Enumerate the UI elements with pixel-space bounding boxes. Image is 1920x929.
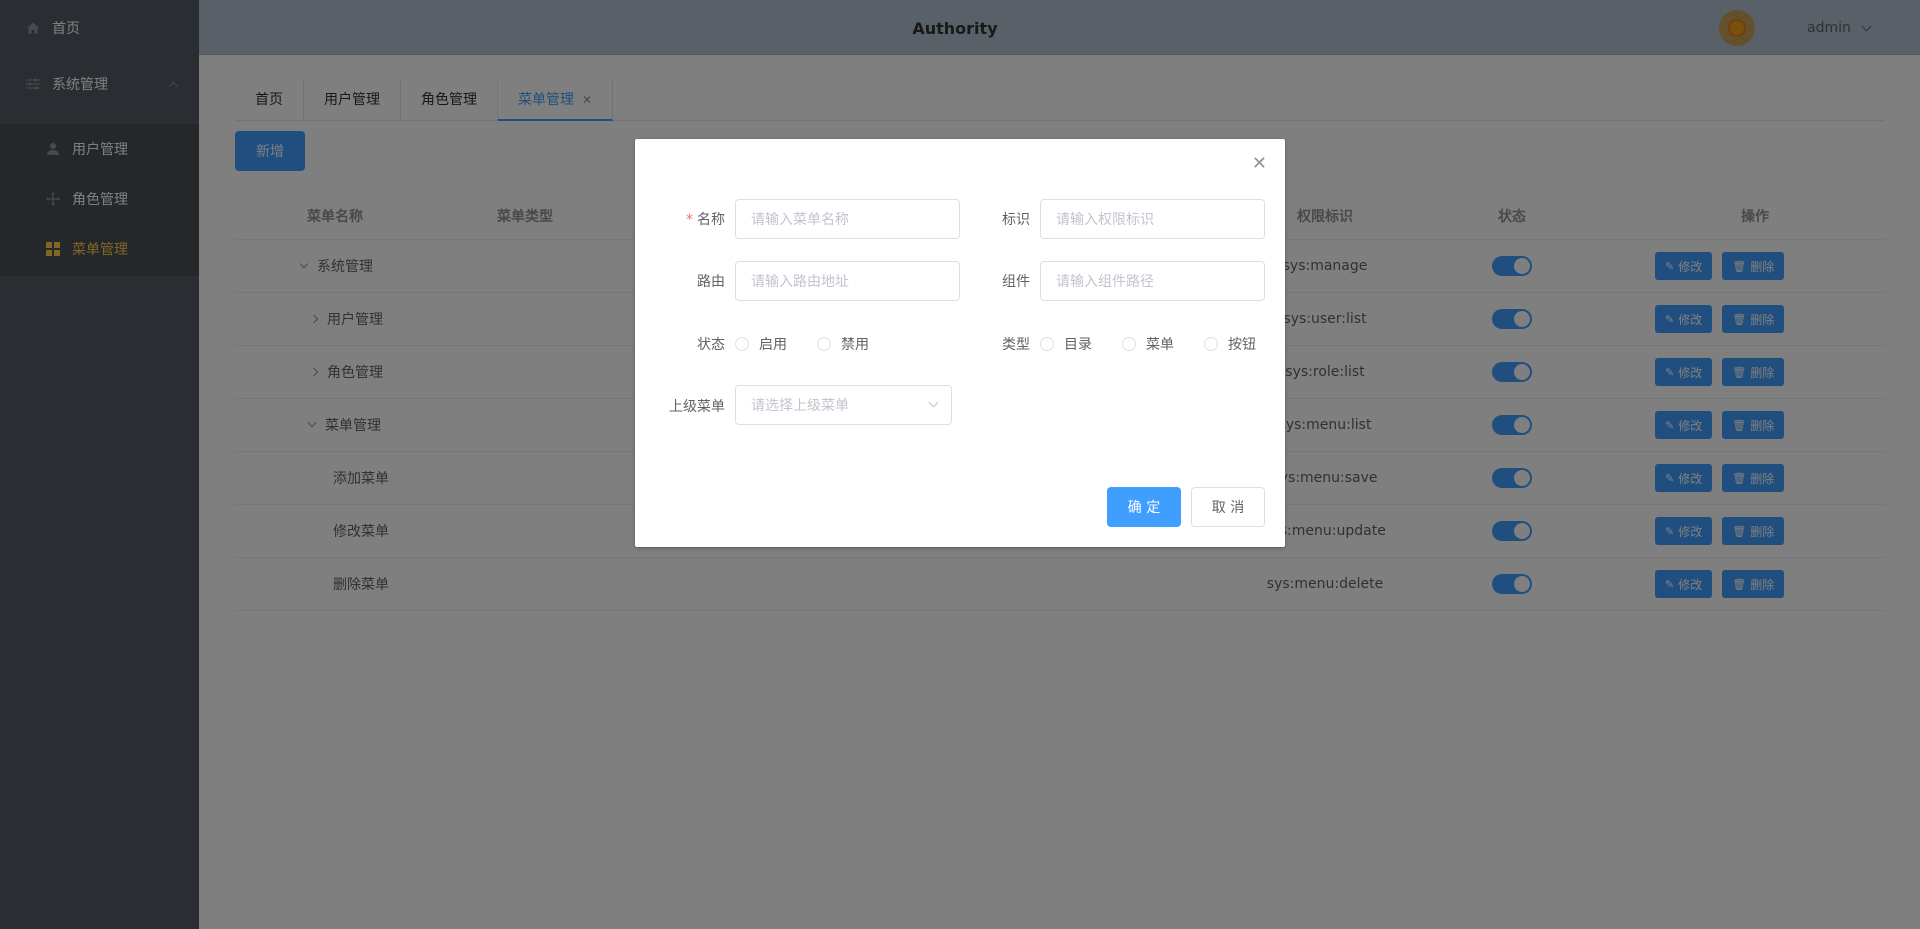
confirm-button[interactable]: 确 定 — [1107, 487, 1181, 527]
component-input[interactable]: 请输入组件路径 — [1040, 261, 1265, 301]
name-input[interactable]: 请输入菜单名称 — [735, 199, 960, 239]
type-radio-dir[interactable]: 目录 — [1040, 334, 1092, 354]
parent-label: 上级菜单 — [669, 399, 725, 415]
radio-dot — [817, 337, 831, 351]
perm-input[interactable]: 请输入权限标识 — [1040, 199, 1265, 239]
radio-dot — [735, 337, 749, 351]
type-label: 类型 — [1002, 337, 1030, 353]
parent-select[interactable]: 请选择上级菜单 — [735, 385, 952, 425]
parent-placeholder: 请选择上级菜单 — [751, 398, 849, 414]
menu-dialog: ✕ * 名称 请输入菜单名称 标识 请输入权限标识 路由 请输入路由地址 组件 请… — [635, 139, 1285, 547]
status-radio-enable[interactable]: 启用 — [735, 334, 787, 354]
type-radio-button[interactable]: 按钮 — [1204, 334, 1256, 354]
component-label: 组件 — [1002, 274, 1030, 290]
radio-dot — [1040, 337, 1054, 351]
close-icon[interactable]: ✕ — [1252, 155, 1267, 173]
chevron-down-icon — [928, 397, 939, 408]
perm-label: 标识 — [1002, 212, 1030, 228]
name-label: * 名称 — [686, 212, 725, 228]
cancel-button[interactable]: 取 消 — [1191, 487, 1265, 527]
required-mark: * — [686, 212, 693, 228]
route-input[interactable]: 请输入路由地址 — [735, 261, 960, 301]
status-radio-disable[interactable]: 禁用 — [817, 334, 869, 354]
status-label: 状态 — [697, 337, 725, 353]
type-radio-menu[interactable]: 菜单 — [1122, 334, 1174, 354]
radio-dot — [1204, 337, 1218, 351]
route-label: 路由 — [697, 274, 725, 290]
radio-dot — [1122, 337, 1136, 351]
